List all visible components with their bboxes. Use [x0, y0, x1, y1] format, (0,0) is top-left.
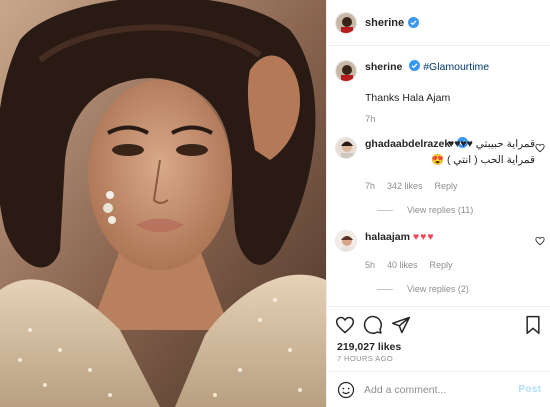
verified-badge-icon	[409, 60, 421, 71]
view-replies-label: View replies (2)	[407, 284, 469, 294]
like-comment-icon[interactable]	[535, 236, 545, 246]
hashtag-link[interactable]: #Glamourtime	[423, 61, 489, 73]
comment-time[interactable]: 7h	[365, 181, 375, 191]
post-header: sherine	[327, 0, 550, 46]
caption-time[interactable]: 7h	[365, 114, 545, 125]
post-photo[interactable]	[0, 0, 326, 407]
comment-likes[interactable]: 40 likes	[387, 260, 418, 270]
like-heart-icon[interactable]	[335, 315, 355, 335]
comment-item: ghadaabdelrazek قمراية حبيبتي ♥♥♥♥ قمراي…	[335, 137, 547, 215]
avatar[interactable]	[335, 137, 357, 159]
reply-button[interactable]: Reply	[435, 181, 458, 191]
bookmark-icon[interactable]	[523, 315, 543, 335]
reply-button[interactable]: Reply	[430, 260, 453, 270]
view-replies-button[interactable]: View replies (11)	[377, 205, 547, 215]
caption-text: Thanks Hala Ajam	[365, 92, 451, 104]
comment-text: ♥♥♥	[412, 231, 435, 243]
share-paper-plane-icon[interactable]	[391, 315, 411, 335]
add-comment-bar: Post	[327, 371, 550, 407]
comment-username[interactable]: ghadaabdelrazek	[365, 138, 450, 150]
comment-username[interactable]: halaajam	[365, 231, 410, 243]
portrait-image	[0, 0, 326, 407]
like-comment-icon[interactable]	[535, 143, 545, 153]
action-bar	[327, 306, 550, 342]
comment-time[interactable]: 5h	[365, 260, 375, 270]
caption-username[interactable]: sherine	[365, 61, 402, 73]
post-button[interactable]: Post	[518, 383, 541, 395]
emoji-icon[interactable]	[337, 381, 355, 399]
post-timestamp[interactable]: 7 HOURS AGO	[337, 354, 393, 363]
comment-bubble-icon[interactable]	[363, 315, 383, 335]
view-replies-label: View replies (11)	[407, 205, 474, 215]
comment-likes[interactable]: 342 likes	[387, 181, 423, 191]
replies-divider	[377, 209, 393, 211]
post-panel: sherine sherine #Glamourtime Thanks Hala…	[326, 0, 550, 407]
avatar[interactable]	[335, 11, 357, 34]
avatar[interactable]	[335, 60, 357, 82]
comment-text-line2: قمراية الحب ( انتي ) 😍	[431, 154, 535, 166]
username-link[interactable]: sherine	[365, 17, 404, 29]
avatar[interactable]	[335, 230, 357, 252]
view-replies-button[interactable]: View replies (2)	[377, 284, 547, 294]
caption: sherine #Glamourtime Thanks Hala Ajam 7h	[335, 60, 545, 125]
verified-badge-icon	[408, 17, 420, 28]
replies-divider	[377, 288, 393, 290]
likes-count[interactable]: 219,027 likes	[337, 341, 401, 353]
comment-input[interactable]	[364, 383, 514, 396]
comment-item: halaajam ♥♥♥ 5h 40 likes Reply View repl…	[335, 230, 547, 294]
